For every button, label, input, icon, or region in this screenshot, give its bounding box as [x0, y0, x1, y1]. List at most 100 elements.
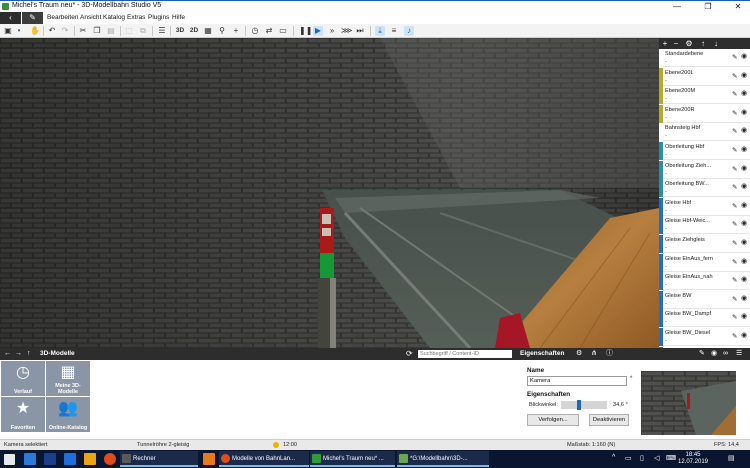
redo-icon[interactable]: ↷	[60, 26, 70, 36]
eye-icon[interactable]: ◉	[741, 126, 747, 134]
taskbar-clock[interactable]: 18:45 12.07.2019	[677, 452, 709, 466]
hand-tool-icon[interactable]: ✋	[30, 26, 40, 36]
eye-icon[interactable]: ◉	[741, 71, 747, 79]
network-icon[interactable]: ▭	[625, 454, 632, 462]
notifications-icon[interactable]: ▤	[728, 454, 735, 462]
layer-row[interactable]: Gleise BW_Dampf - ✎ ◉	[659, 309, 750, 328]
refresh-icon[interactable]: ⟳	[406, 348, 413, 360]
tree-icon[interactable]: ⋔	[591, 348, 597, 360]
eye-icon[interactable]: ◉	[741, 164, 747, 172]
eye-icon[interactable]: ◉	[741, 145, 747, 153]
3d-viewport[interactable]	[0, 38, 659, 348]
layer-row[interactable]: Gleise EinAus_fern - ✎ ◉	[659, 253, 750, 272]
eye-icon[interactable]: ◉	[741, 238, 747, 246]
menu-plugins[interactable]: Plugins	[148, 14, 169, 21]
battery-icon[interactable]: ▯	[640, 454, 644, 462]
gear-icon[interactable]: ⚙	[576, 348, 582, 360]
layer-row[interactable]: Gleise Hbf-Weic... - ✎ ◉	[659, 216, 750, 235]
fov-slider-thumb[interactable]	[576, 400, 581, 410]
layer-row[interactable]: Oberleitung BW... - ✎ ◉	[659, 179, 750, 198]
maximize-button[interactable]: ❐	[696, 1, 720, 12]
firefox-icon[interactable]	[104, 453, 116, 465]
taskbar-app-notepad[interactable]: *G:\Modellbahn\3D-...	[397, 451, 489, 467]
pin-icon[interactable]: ✎	[732, 165, 737, 173]
select-area-icon[interactable]: ⬚	[124, 26, 134, 36]
explorer-icon[interactable]	[84, 453, 96, 465]
sync-icon[interactable]: ⇄	[264, 26, 274, 36]
menu-extras[interactable]: Extras	[127, 14, 145, 21]
layer-row[interactable]: Oberleitung Zieh... - ✎ ◉	[659, 160, 750, 179]
layer-row[interactable]: Ebene200M - ✎ ◉	[659, 86, 750, 105]
name-field[interactable]	[527, 376, 627, 386]
eye-icon[interactable]: ◉	[741, 331, 747, 339]
remove-layer-icon[interactable]: −	[671, 38, 681, 49]
pin-icon[interactable]: ✎	[732, 313, 737, 321]
pin-icon[interactable]: ✎	[732, 183, 737, 191]
taskbar-app-firefox[interactable]: Modelle von BahnLan...	[219, 451, 309, 467]
eye-icon[interactable]: ◉	[741, 257, 747, 265]
edit-mode-icon[interactable]: ✎	[22, 12, 43, 24]
pin-icon[interactable]: ✎	[732, 72, 737, 80]
pin-icon[interactable]: ✎	[732, 127, 737, 135]
pin-icon[interactable]: ✎	[732, 53, 737, 61]
volume-icon[interactable]: ◁	[654, 454, 659, 462]
eye-icon[interactable]: ◉	[741, 108, 747, 116]
cut-icon[interactable]: ✂	[78, 26, 88, 36]
language-icon[interactable]: ⌨	[666, 454, 676, 462]
eye-icon[interactable]: ◉	[741, 201, 747, 209]
group-icon[interactable]: ⧉	[138, 26, 148, 36]
vlc-icon[interactable]	[203, 453, 215, 465]
pin-icon[interactable]: ✎	[732, 332, 737, 340]
pin-icon[interactable]: ✎	[732, 276, 737, 284]
eye-icon[interactable]: ◉	[741, 275, 747, 283]
eye-icon[interactable]: ◉	[741, 219, 747, 227]
faster-forward-icon[interactable]: ⋙	[341, 26, 352, 36]
copy-icon[interactable]: ❐	[92, 26, 102, 36]
eye-icon[interactable]: ◉	[741, 294, 747, 302]
menu-ansicht[interactable]: Ansicht	[80, 14, 101, 21]
link-icon[interactable]: ∞	[723, 348, 728, 360]
layer-row[interactable]: Ebene200L - ✎ ◉	[659, 67, 750, 86]
layer-settings-icon[interactable]: ⚙	[684, 38, 694, 49]
layers-toggle-icon[interactable]: ▭	[278, 26, 288, 36]
windows-start-icon[interactable]	[4, 454, 15, 465]
back-arrow-icon[interactable]: ←	[4, 348, 11, 360]
move-up-icon[interactable]: ↑	[698, 38, 708, 49]
layer-row[interactable]: Standardebene - ✎ ◉	[659, 49, 750, 67]
save-dropdown-icon[interactable]: ▾	[14, 26, 24, 36]
add-layer-icon[interactable]: +	[660, 38, 670, 49]
menu-katalog[interactable]: Katalog	[103, 14, 125, 21]
pause-icon[interactable]: ❚❚	[299, 26, 312, 36]
menu-hilfe[interactable]: Hilfe	[172, 14, 185, 21]
pin-icon[interactable]: ✎	[732, 239, 737, 247]
deactivate-button[interactable]: Deaktivieren	[589, 414, 629, 426]
chevron-up-icon[interactable]: ^	[612, 454, 615, 461]
info-icon[interactable]: ⓘ	[606, 348, 613, 360]
move-down-icon[interactable]: ↓	[711, 38, 721, 49]
layer-row[interactable]: Gleise Ziehgleis - ✎ ◉	[659, 235, 750, 253]
layer-row[interactable]: Bahnsteig Hbf - ✎ ◉	[659, 123, 750, 142]
pin-icon[interactable]: ✎	[732, 202, 737, 210]
up-arrow-icon[interactable]: ↑	[27, 348, 31, 360]
forward-arrow-icon[interactable]: →	[15, 348, 22, 360]
eye-icon[interactable]: ◉	[741, 182, 747, 190]
view-3d-button[interactable]: 3D	[175, 26, 185, 36]
paste-icon[interactable]: ▤	[106, 26, 116, 36]
eye-icon[interactable]: ◉	[711, 348, 717, 360]
save-icon[interactable]: ▣	[3, 26, 13, 36]
list-icon[interactable]: ☰	[157, 26, 167, 36]
pin-icon[interactable]: ✎	[732, 90, 737, 98]
walk-icon[interactable]: ⚲	[217, 26, 227, 36]
minimize-button[interactable]: —	[665, 1, 689, 12]
play-icon[interactable]: ▶	[313, 26, 323, 36]
taskbar-app-modellbahn[interactable]: Michel's Traum neu* ...	[310, 451, 395, 467]
layer-row[interactable]: Ebene200R - ✎ ◉	[659, 104, 750, 123]
layer-row[interactable]: Gleise BW_Diesel - ✎ ◉	[659, 328, 750, 346]
tile-online-katalog[interactable]: 👥 Online-Katalog	[46, 397, 90, 432]
menu-icon[interactable]: ☰	[736, 348, 742, 360]
view-2d-button[interactable]: 2D	[189, 26, 199, 36]
railway-icon[interactable]: ≡	[389, 26, 399, 36]
tile-meine-3d-modelle[interactable]: ▦ Meine 3D-Modelle	[46, 361, 90, 396]
add-icon[interactable]: +	[231, 26, 241, 36]
back-icon[interactable]: ‹	[0, 12, 21, 24]
